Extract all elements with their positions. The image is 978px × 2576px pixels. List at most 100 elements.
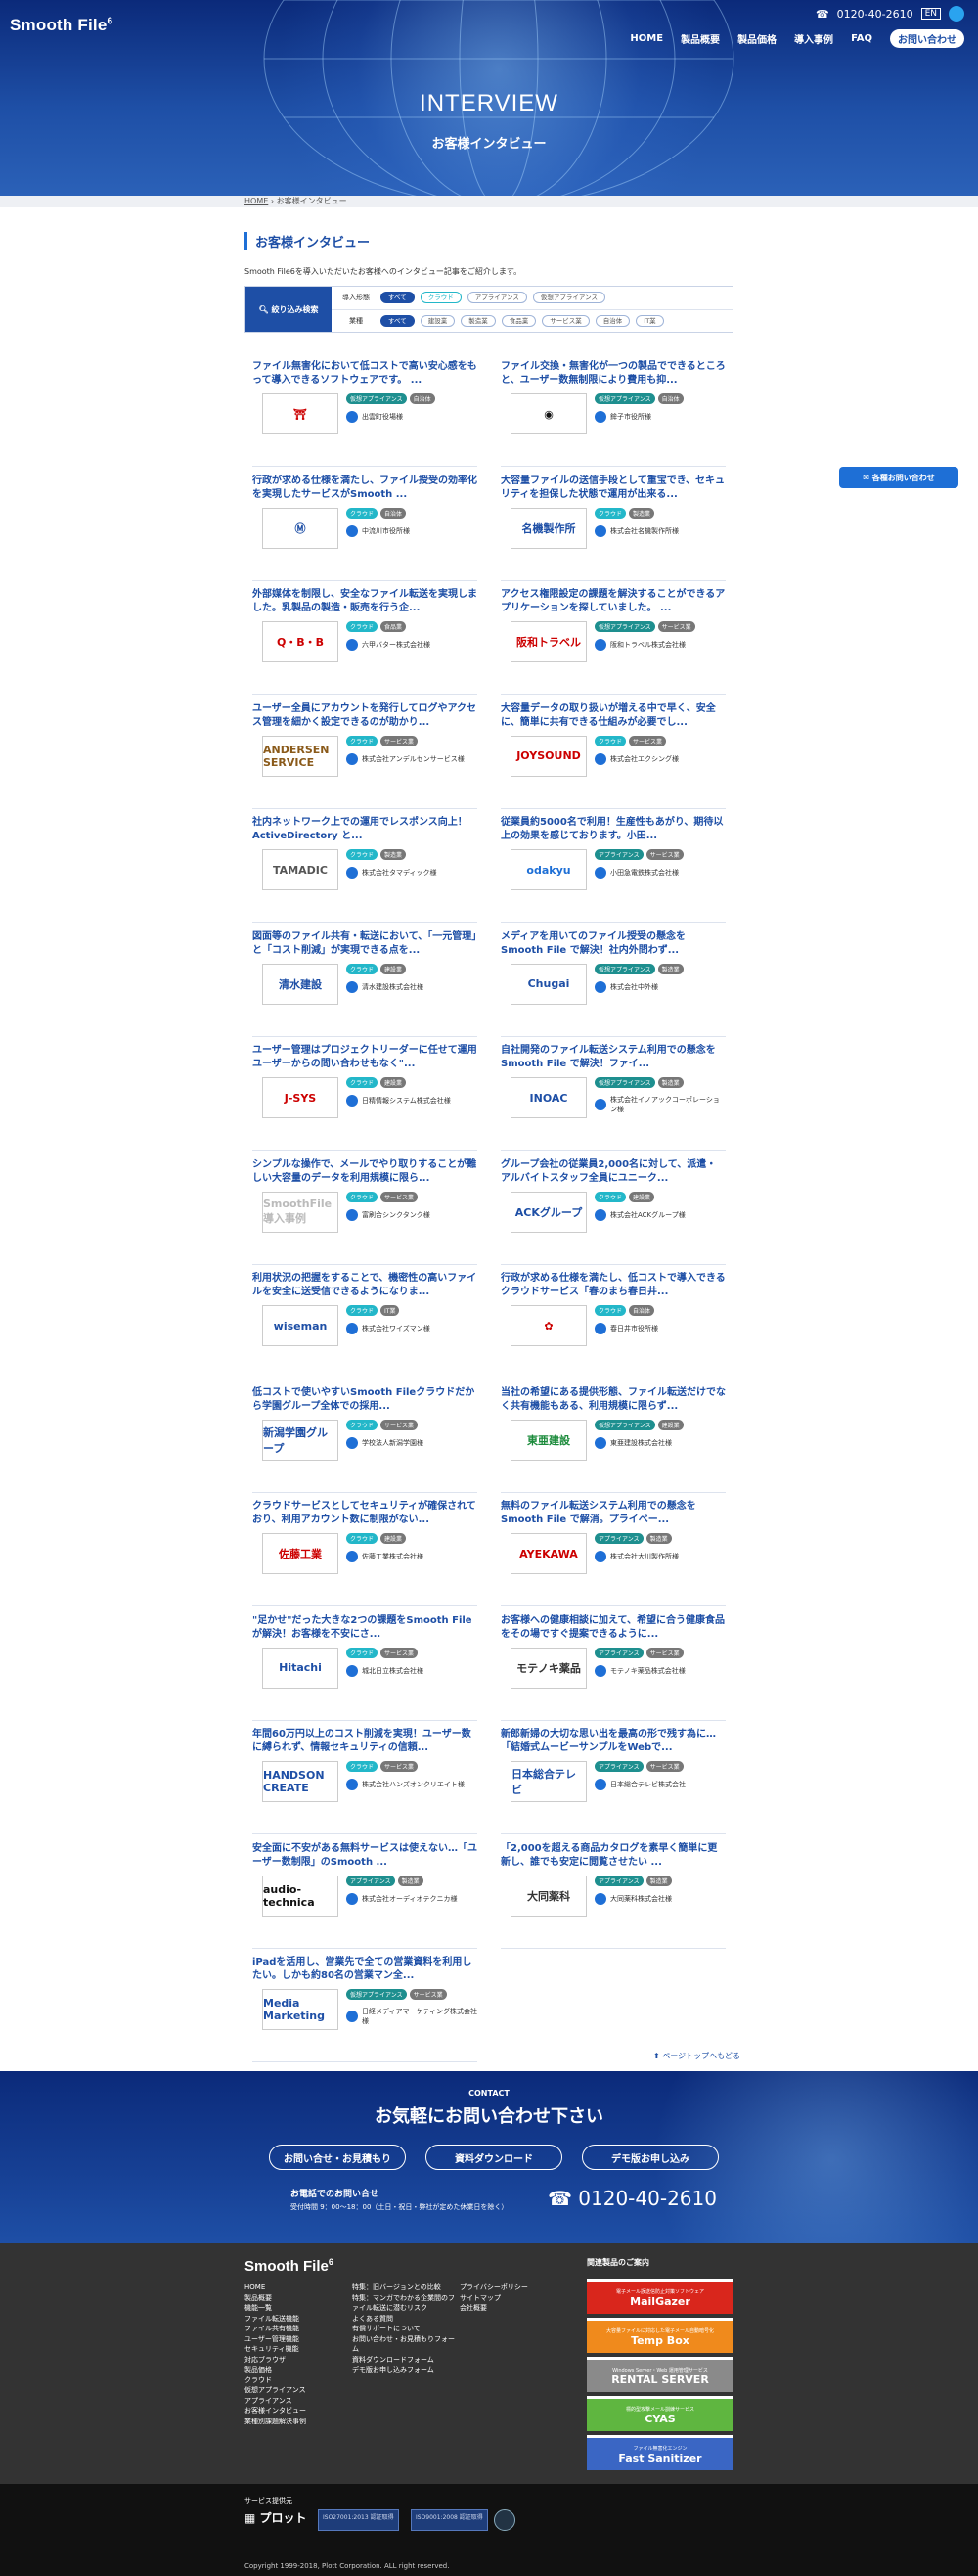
filter-chip-food[interactable]: 食品業 [501,314,537,327]
footer-link[interactable]: プライバシーポリシー [460,2282,567,2293]
card-title[interactable]: 利用状況の把握をすることで、機密性の高いファイルを安全に送受信できるようになりま… [252,1272,477,1299]
footer-link[interactable]: 特集：マンガでわかる企業間のファイル転送に潜むリスク [352,2293,460,2314]
interview-card[interactable]: 年間60万円以上のコスト削減を実現！ユーザー数に縛られず、情報セキュリティの信頼… [252,1728,477,1841]
interview-card[interactable]: 大容量ファイルの送信手段として重宝でき、セキュリティを担保した状態で運用が出来る… [501,475,726,588]
interview-card[interactable]: 従業員約5000名で利用！生産性もあがり、期待以上の効果を感じております。小田.… [501,816,726,929]
card-title[interactable]: ユーザー全員にアカウントを発行してログやアクセス管理を細かく設定できるのが助かり… [252,702,477,730]
footer-link[interactable]: 機能一覧 [244,2303,352,2314]
footer-logo[interactable]: Smooth File6 [244,2257,333,2275]
interview-card[interactable]: お客様への健康相談に加えて、希望に合う健康食品をその場ですぐ提案できるように..… [501,1614,726,1728]
filter-chip-service[interactable]: サービス業 [542,314,590,327]
related-product-banner[interactable]: 標的型攻撃メール訓練サービス CYAS [587,2396,734,2431]
card-title[interactable]: 大容量データの取り扱いが増える中で早く、安全に、簡単に共有できる仕組みが必要でし… [501,702,726,730]
footer-link[interactable]: 対応ブラウザ [244,2355,352,2366]
filter-chip-construction[interactable]: 建設業 [420,314,456,327]
interview-card[interactable]: 外部媒体を制限し、安全なファイル転送を実現しました。乳製品の製造・販売を行う企.… [252,588,477,701]
footer-link[interactable]: 有償サポートについて [352,2324,460,2334]
interview-card[interactable]: ファイル交換・無害化が一つの製品でできるところと、ユーザー数無制限により費用も抑… [501,360,726,474]
demo-button[interactable]: デモ版お申し込み [582,2145,719,2170]
footer-link[interactable]: HOME [244,2282,352,2293]
card-title[interactable]: 大容量ファイルの送信手段として重宝でき、セキュリティを担保した状態で運用が出来る… [501,475,726,502]
interview-card[interactable]: ユーザー全員にアカウントを発行してログやアクセス管理を細かく設定できるのが助かり… [252,702,477,816]
interview-card[interactable]: クラウドサービスとしてセキュリティが確保されており、利用アカウント数に制限がない… [252,1500,477,1613]
twitter-icon[interactable] [949,6,964,22]
footer-link[interactable]: ユーザー管理機能 [244,2334,352,2345]
company-logo[interactable]: ▦ プロット [244,2509,307,2526]
card-title[interactable]: お客様への健康相談に加えて、希望に合う健康食品をその場ですぐ提案できるように..… [501,1614,726,1642]
site-logo[interactable]: Smooth File6 [10,16,112,35]
card-title[interactable]: 従業員約5000名で利用！生産性もあがり、期待以上の効果を感じております。小田.… [501,816,726,843]
filter-chip-it[interactable]: IT業 [636,314,664,327]
interview-card[interactable]: 利用状況の把握をすることで、機密性の高いファイルを安全に送受信できるようになりま… [252,1272,477,1385]
card-title[interactable]: 新郎新婦の大切な思い出を最高の形で残す為に…「結婚式ムービーサンプルをWebで.… [501,1728,726,1755]
footer-link[interactable]: アプライアンス [244,2396,352,2407]
header-phone[interactable]: 0120-40-2610 [837,8,913,21]
interview-card[interactable]: 行政が求める仕様を満たし、ファイル授受の効率化を実現したサービスがSmooth … [252,475,477,588]
interview-card[interactable]: シンプルな操作で、メールでやり取りすることが難しい大容量のデータを利用規模に限ら… [252,1158,477,1272]
footer-link[interactable]: ファイル共有機能 [244,2324,352,2334]
page-top-link[interactable]: ⬆︎ ページトップへもどる [653,2051,740,2061]
nav-home[interactable]: HOME [630,33,663,44]
inquiry-button[interactable]: お問い合せ・お見積もり [269,2145,406,2170]
footer-link[interactable]: サイトマップ [460,2293,567,2304]
interview-card[interactable]: ファイル無害化において低コストで高い安心感をもって導入できるソフトウェアです。 … [252,360,477,474]
interview-card[interactable]: 「2,000を超える商品カタログを素早く簡単に更新し、誰でも安定に閲覧させたい … [501,1842,726,1956]
filter-chip-cloud[interactable]: クラウド [420,292,462,304]
contact-phone[interactable]: ☎ 0120-40-2610 [548,2187,717,2210]
card-title[interactable]: ファイル交換・無害化が一つの製品でできるところと、ユーザー数無制限により費用も抑… [501,360,726,387]
breadcrumb-home[interactable]: HOME [244,197,268,205]
card-title[interactable]: 当社の希望にある提供形態、ファイル転送だけでなく共有機能もある、利用規模に限らず… [501,1386,726,1414]
filter-chip-appliance[interactable]: アプライアンス [467,292,527,304]
interview-card[interactable]: 自社開発のファイル転送システム利用での懸念をSmooth File で解決！ファ… [501,1044,726,1157]
card-title[interactable]: 年間60万円以上のコスト削減を実現！ユーザー数に縛られず、情報セキュリティの信頼… [252,1728,477,1755]
interview-card[interactable]: 社内ネットワーク上での運用でレスポンス向上！ActiveDirectory と.… [252,816,477,929]
footer-link[interactable]: よくある質問 [352,2314,460,2325]
interview-card[interactable]: 無料のファイル転送システム利用での懸念をSmooth File で解消。プライベ… [501,1500,726,1613]
interview-card[interactable]: 大容量データの取り扱いが増える中で早く、安全に、簡単に共有できる仕組みが必要でし… [501,702,726,816]
filter-chip-all[interactable]: すべて [380,314,415,327]
card-title[interactable]: ファイル無害化において低コストで高い安心感をもって導入できるソフトウェアです。 … [252,360,477,387]
nav-contact-button[interactable]: お問い合わせ [890,29,964,48]
floating-contact-button[interactable]: ✉ 各種お問い合わせ [839,467,958,488]
interview-card[interactable]: 図面等のファイル共有・転送において、「一元管理」と「コスト削減」が実現できる点を… [252,930,477,1044]
related-product-banner[interactable]: ファイル無害化エンジン Fast Sanitizer [587,2435,734,2470]
card-title[interactable]: シンプルな操作で、メールでやり取りすることが難しい大容量のデータを利用規模に限ら… [252,1158,477,1186]
filter-chip-government[interactable]: 自治体 [595,314,631,327]
interview-card[interactable]: "足かせ"だった大きな2つの課題をSmooth File が解決！お客様を不安に… [252,1614,477,1728]
card-title[interactable]: ユーザー管理はプロジェクトリーダーに任せて運用 ユーザーからの問い合わせもなく"… [252,1044,477,1071]
footer-link[interactable]: 特集：旧バージョンとの比較 [352,2282,460,2293]
card-title[interactable]: 行政が求める仕様を満たし、ファイル授受の効率化を実現したサービスがSmooth … [252,475,477,502]
footer-link[interactable]: 製品概要 [244,2293,352,2304]
footer-link[interactable]: ファイル転送機能 [244,2314,352,2325]
card-title[interactable]: 安全面に不安がある無料サービスは使えない…「ユーザー数制限」のSmooth ..… [252,1842,477,1870]
footer-link[interactable]: クラウド [244,2375,352,2386]
interview-card[interactable]: iPadを活用し、営業先で全ての営業資料を利用したい。しかも約80名の営業マン全… [252,1956,477,2069]
interview-card[interactable]: メディアを用いてのファイル授受の懸念をSmooth File で解決！社内外問わ… [501,930,726,1044]
interview-card[interactable]: グループ会社の従業員2,000名に対して、派遣・アルバイトスタッフ全員にユニーク… [501,1158,726,1272]
download-button[interactable]: 資料ダウンロード [425,2145,562,2170]
footer-link[interactable]: 業種別課題解決事例 [244,2417,352,2427]
language-toggle[interactable]: EN [920,8,941,20]
filter-chip-all[interactable]: すべて [380,292,415,304]
interview-card[interactable]: アクセス権限設定の課題を解決することができるアプリケーションを探していました。 … [501,588,726,701]
interview-card[interactable]: 安全面に不安がある無料サービスは使えない…「ユーザー数制限」のSmooth ..… [252,1842,477,1956]
filter-chip-virtual-appliance[interactable]: 仮想アプライアンス [532,292,606,304]
footer-link[interactable]: セキュリティ機能 [244,2344,352,2355]
interview-card[interactable]: 低コストで使いやすいSmooth Fileクラウドだから学園グループ全体での採用… [252,1386,477,1500]
card-title[interactable]: 外部媒体を制限し、安全なファイル転送を実現しました。乳製品の製造・販売を行う企.… [252,588,477,615]
card-title[interactable]: メディアを用いてのファイル授受の懸念をSmooth File で解決！社内外問わ… [501,930,726,958]
card-title[interactable]: 行政が求める仕様を満たし、低コストで導入できるクラウドサービス「春のまち春日井.… [501,1272,726,1299]
card-title[interactable]: グループ会社の従業員2,000名に対して、派遣・アルバイトスタッフ全員にユニーク… [501,1158,726,1186]
footer-link[interactable]: 仮想アプライアンス [244,2385,352,2396]
nav-price[interactable]: 製品価格 [737,31,777,46]
related-product-banner[interactable]: Windows Server・Web 運用管理サービス RENTAL SERVER [587,2357,734,2392]
card-title[interactable]: 無料のファイル転送システム利用での懸念をSmooth File で解消。プライベ… [501,1500,726,1527]
interview-card[interactable]: 行政が求める仕様を満たし、低コストで導入できるクラウドサービス「春のまち春日井.… [501,1272,726,1385]
card-title[interactable]: iPadを活用し、営業先で全ての営業資料を利用したい。しかも約80名の営業マン全… [252,1956,477,1983]
nav-cases[interactable]: 導入事例 [794,31,833,46]
footer-link[interactable]: デモ版お申し込みフォーム [352,2365,460,2375]
related-product-banner[interactable]: 大容量ファイルに対応した電子メール自動暗号化 Temp Box [587,2318,734,2353]
card-title[interactable]: 「2,000を超える商品カタログを素早く簡単に更新し、誰でも安定に閲覧させたい … [501,1842,726,1870]
footer-link[interactable]: 資料ダウンロードフォーム [352,2355,460,2366]
card-title[interactable]: 社内ネットワーク上での運用でレスポンス向上！ActiveDirectory と.… [252,816,477,843]
